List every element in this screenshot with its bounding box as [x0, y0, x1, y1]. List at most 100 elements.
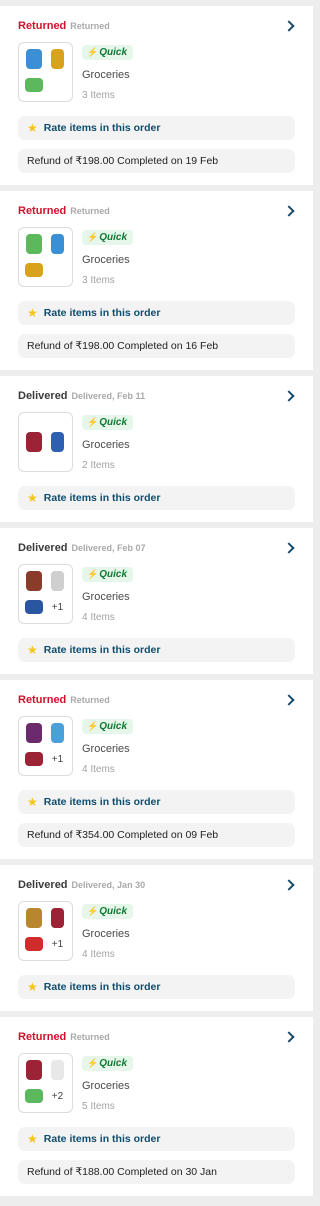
order-category: Groceries [82, 254, 130, 266]
rate-items-button[interactable]: ★ Rate items in this order [18, 486, 295, 510]
rate-items-button[interactable]: ★ Rate items in this order [18, 638, 295, 662]
star-icon: ★ [27, 980, 38, 994]
star-icon: ★ [27, 121, 38, 135]
lightning-icon: ⚡ [87, 232, 98, 242]
lightning-icon: ⚡ [87, 906, 98, 916]
order-category: Groceries [82, 1080, 130, 1092]
quick-badge-label: Quick [99, 569, 128, 580]
quick-badge: ⚡ Quick [82, 45, 134, 60]
product-image [24, 600, 43, 615]
order-category: Groceries [82, 928, 130, 940]
product-thumbnails: +1 [18, 716, 73, 776]
product-image [51, 48, 64, 69]
rate-items-button[interactable]: ★ Rate items in this order [18, 301, 295, 325]
order-sub-status: Returned [70, 21, 110, 31]
order-info: ⚡ Quick Groceries 5 Items [82, 1053, 134, 1113]
order-item-count: 4 Items [82, 949, 115, 960]
quick-badge: ⚡ Quick [82, 230, 134, 245]
order-item-count: 4 Items [82, 764, 115, 775]
product-thumbnails: +1 [18, 564, 73, 624]
rate-items-label: Rate items in this order [43, 981, 161, 993]
order-category: Groceries [82, 439, 130, 451]
order-category: Groceries [82, 743, 130, 755]
order-status-line: Returned Returned [18, 205, 295, 221]
quick-badge: ⚡ Quick [82, 567, 134, 582]
product-image [25, 907, 42, 928]
quick-badge: ⚡ Quick [82, 1056, 134, 1071]
order-summary: +1 ⚡ Quick Groceries 4 Items [18, 901, 295, 961]
order-card[interactable]: Returned Returned ⚡ Quick Groceries 3 It… [0, 6, 313, 185]
product-image [25, 48, 42, 69]
order-status-line: Returned Returned [18, 1031, 295, 1047]
rate-items-button[interactable]: ★ Rate items in this order [18, 1127, 295, 1151]
star-icon: ★ [27, 795, 38, 809]
rate-items-label: Rate items in this order [43, 307, 161, 319]
order-item-count: 3 Items [82, 275, 115, 286]
star-icon: ★ [27, 1132, 38, 1146]
order-sub-status: Returned [70, 1032, 110, 1042]
star-icon: ★ [27, 643, 38, 657]
order-status: Returned [18, 205, 67, 217]
order-status: Delivered [18, 542, 68, 554]
refund-status: Refund of ₹188.00 Completed on 30 Jan [18, 1160, 295, 1184]
order-card[interactable]: Returned Returned +1 ⚡ Quick Groceries 4… [0, 680, 313, 859]
product-thumbnails: +1 [18, 901, 73, 961]
product-image [24, 752, 43, 767]
product-image [24, 937, 43, 952]
product-image [25, 1059, 42, 1080]
order-sub-status: Delivered, Feb 07 [71, 543, 146, 553]
quick-badge-label: Quick [99, 906, 128, 917]
product-thumbnails [18, 42, 73, 102]
product-image [24, 1089, 43, 1104]
product-thumbnails [18, 227, 73, 287]
product-image [24, 78, 43, 93]
more-items-count: +2 [51, 1090, 64, 1102]
product-image [51, 570, 64, 591]
product-image [51, 1059, 64, 1080]
refund-status: Refund of ₹198.00 Completed on 19 Feb [18, 149, 295, 173]
more-items-count: +1 [51, 753, 64, 765]
rate-items-label: Rate items in this order [43, 1133, 161, 1145]
product-image [25, 570, 42, 591]
quick-badge-label: Quick [99, 1058, 128, 1069]
lightning-icon: ⚡ [87, 417, 98, 427]
order-item-count: 5 Items [82, 1101, 115, 1112]
order-status-line: Delivered Delivered, Jan 30 [18, 879, 295, 895]
order-summary: +1 ⚡ Quick Groceries 4 Items [18, 564, 295, 624]
order-summary: ⚡ Quick Groceries 3 Items [18, 42, 295, 102]
order-info: ⚡ Quick Groceries 2 Items [82, 412, 134, 472]
order-info: ⚡ Quick Groceries 4 Items [82, 901, 134, 961]
lightning-icon: ⚡ [87, 569, 98, 579]
product-image [25, 722, 42, 743]
order-item-count: 4 Items [82, 612, 115, 623]
refund-status: Refund of ₹354.00 Completed on 09 Feb [18, 823, 295, 847]
quick-badge: ⚡ Quick [82, 719, 134, 734]
order-info: ⚡ Quick Groceries 3 Items [82, 227, 134, 287]
rate-items-label: Rate items in this order [43, 492, 161, 504]
order-status: Returned [18, 20, 67, 32]
lightning-icon: ⚡ [87, 721, 98, 731]
more-items-count: +1 [51, 938, 64, 950]
order-card[interactable]: Returned Returned +2 ⚡ Quick Groceries 5… [0, 1017, 313, 1196]
order-card[interactable]: Returned Returned ⚡ Quick Groceries 3 It… [0, 191, 313, 370]
more-items-count: +1 [51, 601, 64, 613]
quick-badge-label: Quick [99, 232, 128, 243]
order-info: ⚡ Quick Groceries 4 Items [82, 564, 134, 624]
order-card[interactable]: Delivered Delivered, Jan 30 +1 ⚡ Quick G… [0, 865, 313, 1011]
quick-badge-label: Quick [99, 47, 128, 58]
order-card[interactable]: Delivered Delivered, Feb 07 +1 ⚡ Quick G… [0, 528, 313, 674]
product-image [51, 907, 64, 928]
refund-status: Refund of ₹198.00 Completed on 16 Feb [18, 334, 295, 358]
order-status: Delivered [18, 390, 68, 402]
order-info: ⚡ Quick Groceries 3 Items [82, 42, 134, 102]
quick-badge: ⚡ Quick [82, 415, 134, 430]
order-sub-status: Delivered, Jan 30 [71, 880, 146, 890]
product-image [24, 263, 43, 278]
order-summary: +1 ⚡ Quick Groceries 4 Items [18, 716, 295, 776]
rate-items-button[interactable]: ★ Rate items in this order [18, 975, 295, 999]
quick-badge: ⚡ Quick [82, 904, 134, 919]
rate-items-button[interactable]: ★ Rate items in this order [18, 790, 295, 814]
order-summary: +2 ⚡ Quick Groceries 5 Items [18, 1053, 295, 1113]
order-card[interactable]: Delivered Delivered, Feb 11 ⚡ Quick Groc… [0, 376, 313, 522]
rate-items-button[interactable]: ★ Rate items in this order [18, 116, 295, 140]
